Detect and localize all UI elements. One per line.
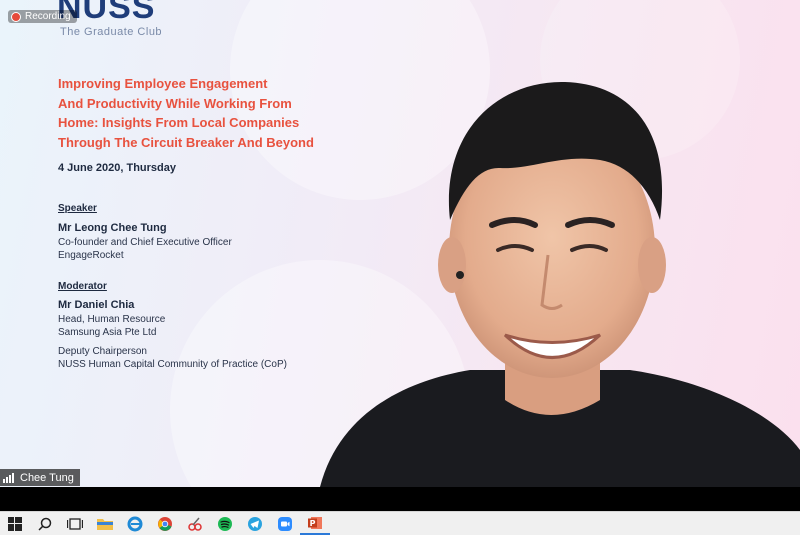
speaker-heading: Speaker [58,203,97,214]
zoom-button[interactable] [270,512,300,535]
telegram-button[interactable] [240,512,270,535]
moderator-role: Head, Human Resource [58,314,166,325]
svg-text:P: P [310,519,316,528]
internet-explorer-icon [127,516,143,531]
snipping-tool-button[interactable] [180,512,210,535]
search-icon [38,517,52,531]
speaker-company: EngageRocket [58,250,124,261]
moderator-company: Samsung Asia Pte Ltd [58,327,157,338]
participant-name: Chee Tung [20,471,74,484]
powerpoint-button[interactable]: P [300,512,330,535]
spotify-button[interactable] [210,512,240,535]
search-button[interactable] [30,512,60,535]
folder-icon [97,518,113,530]
speaker-name: Mr Leong Chee Tung [58,222,167,234]
participant-name-tag: Chee Tung [0,469,80,486]
chrome-button[interactable] [150,512,180,535]
moderator-name: Mr Daniel Chia [58,299,135,311]
windows-logo-icon [8,516,22,531]
moderator-role-2: Deputy Chairperson [58,346,147,357]
powerpoint-icon: P [308,516,322,529]
zoom-icon [278,516,292,531]
task-view-icon [67,517,83,530]
moderator-org: NUSS Human Capital Community of Practice… [58,359,287,370]
recording-indicator[interactable]: Recording [8,10,77,23]
internet-explorer-button[interactable] [120,512,150,535]
logo-subtitle: The Graduate Club [60,26,163,38]
windows-taskbar: P [0,511,800,535]
event-date: 4 June 2020, Thursday [58,162,176,174]
recording-label: Recording [25,11,71,22]
video-bottom-bar [0,487,800,511]
task-view-button[interactable] [60,512,90,535]
signal-bars-icon [3,472,14,483]
record-icon [11,11,21,22]
speaker-role: Co-founder and Chief Executive Officer [58,237,232,248]
snipping-tool-icon [188,517,202,531]
spotify-icon [218,516,232,531]
telegram-icon [248,516,262,531]
video-feed: NUSS The Graduate Club Recording Improvi… [0,0,800,487]
file-explorer-button[interactable] [90,512,120,535]
speaker-video [320,81,800,487]
moderator-heading: Moderator [58,281,107,292]
windows-start-button[interactable] [0,512,30,535]
chrome-icon [158,516,172,531]
